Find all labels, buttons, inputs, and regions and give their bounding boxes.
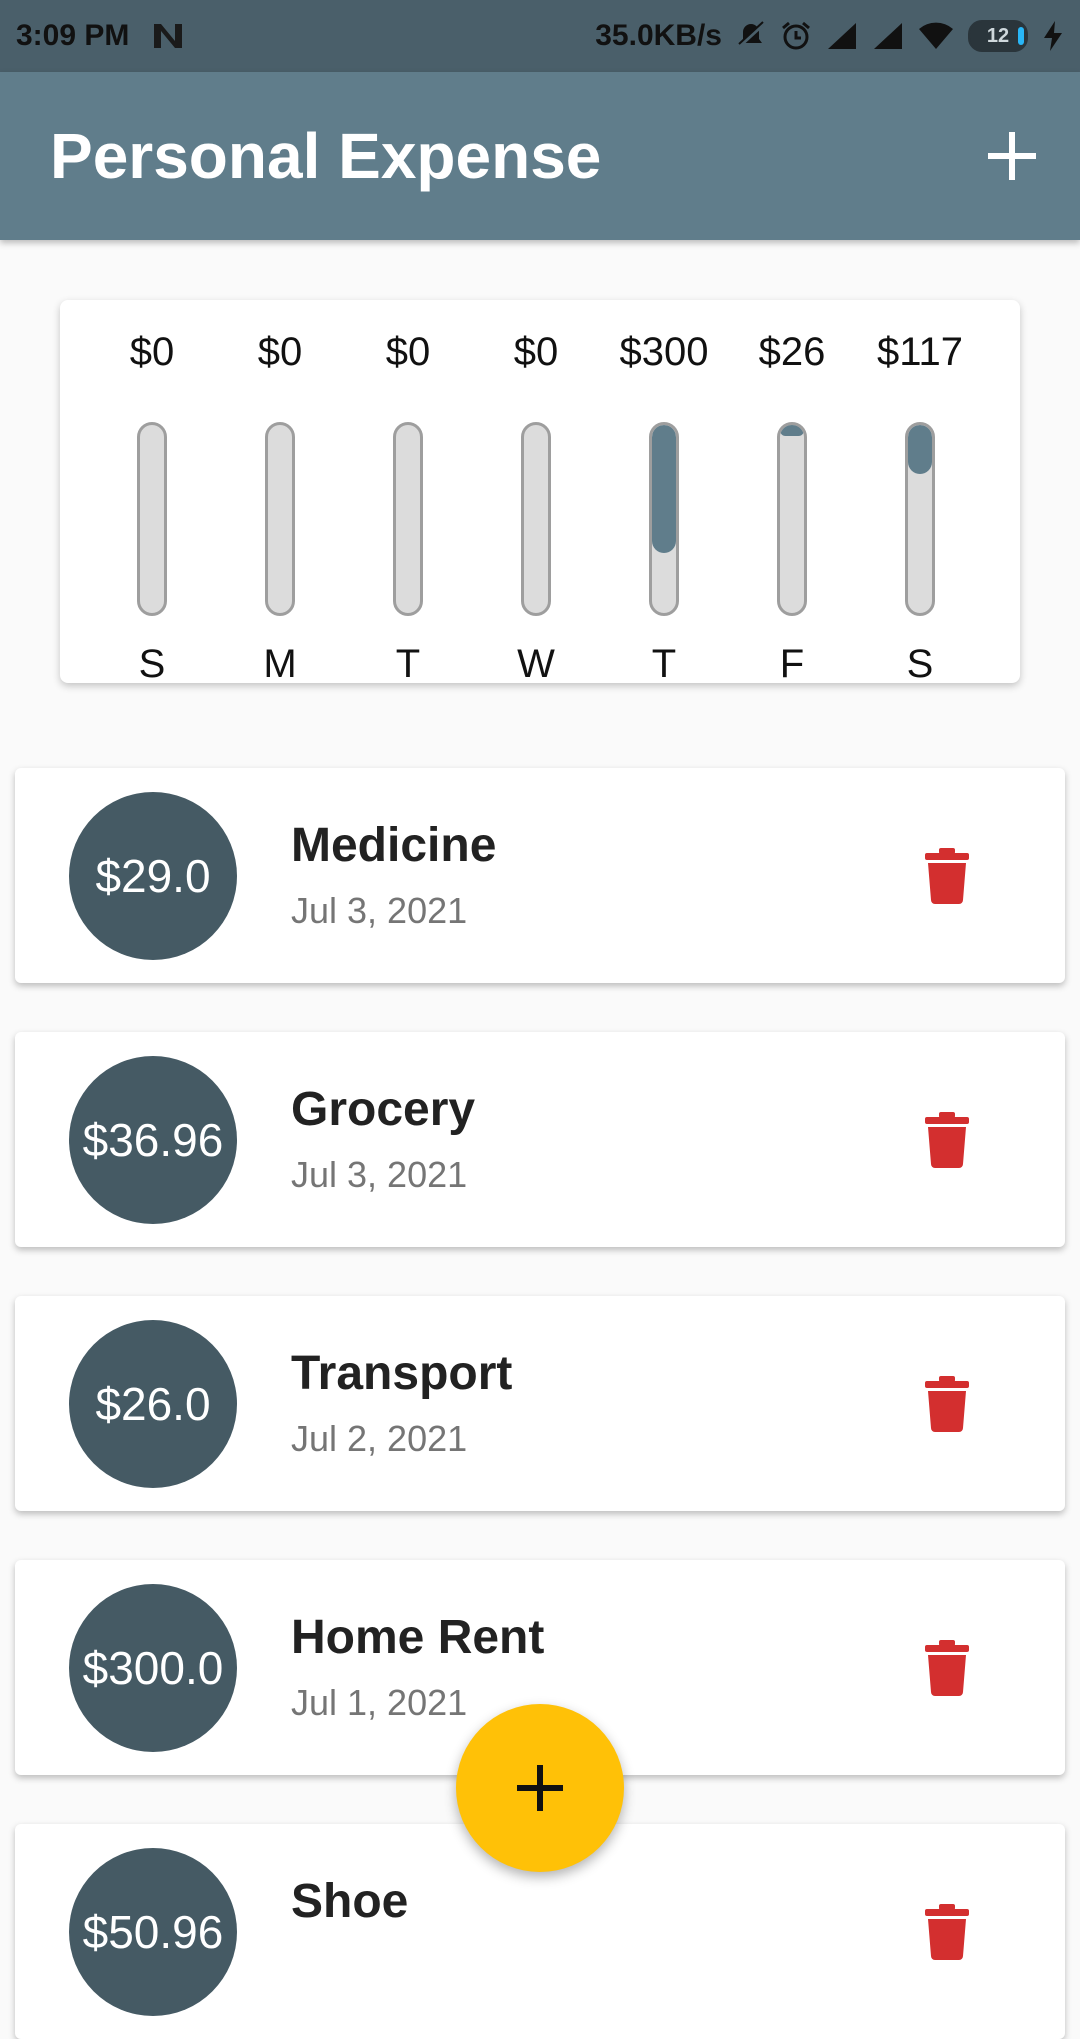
chart-bar-amount: $26	[758, 330, 826, 374]
amount-avatar: $26.0	[69, 1320, 237, 1488]
transaction-date: Jul 1, 2021	[291, 1682, 468, 1723]
chart-bar-day: M	[263, 642, 297, 686]
trash-icon	[925, 1640, 969, 1696]
charging-icon	[1042, 20, 1064, 52]
trash-icon	[925, 1376, 969, 1432]
transaction-date: Jul 3, 2021	[291, 890, 468, 931]
amount-avatar: $29.0	[69, 792, 237, 960]
transaction-title: Medicine	[291, 819, 497, 872]
chart-bar-day: S	[138, 642, 166, 686]
chart-bar-amount: $0	[257, 330, 303, 374]
trash-icon	[925, 1112, 969, 1168]
amount-avatar: $50.96	[69, 1848, 237, 2016]
transaction-title: Home Rent	[291, 1611, 545, 1664]
chart-bar-3: $0 W	[472, 328, 600, 686]
chart-bar-track	[777, 422, 807, 616]
transaction-item[interactable]: $26.0 Transport Jul 2, 2021	[15, 1296, 1065, 1511]
transaction-title: Grocery	[291, 1083, 476, 1136]
chart-bar-5: $26 F	[728, 328, 856, 686]
chart-bar-amount: $0	[385, 330, 431, 374]
mute-icon	[736, 21, 766, 51]
chart-bar-amount: $0	[129, 330, 175, 374]
transaction-title: Transport	[291, 1347, 513, 1400]
delete-button[interactable]	[925, 1376, 969, 1432]
delete-button[interactable]	[925, 1640, 969, 1696]
signal-icon	[872, 21, 904, 51]
chart-bar-day: T	[651, 642, 677, 686]
chart-bar-fill	[652, 425, 676, 553]
chart-bar-amount: $300	[619, 330, 709, 374]
delete-button[interactable]	[925, 1112, 969, 1168]
plus-icon	[517, 1765, 563, 1811]
delete-button[interactable]	[925, 1904, 969, 1960]
chart-bar-track	[137, 422, 167, 616]
trash-icon	[925, 848, 969, 904]
chart-bar-fill	[908, 425, 932, 474]
add-transaction-button[interactable]	[974, 118, 1050, 194]
alarm-icon	[780, 20, 812, 52]
status-time: 3:09 PM	[16, 19, 130, 52]
chart-bar-amount: $117	[876, 330, 963, 374]
chart-bar-day: F	[779, 642, 805, 686]
chart-bar-6: $117 S	[856, 328, 984, 686]
chart-bar-track	[905, 422, 935, 616]
plus-icon	[988, 132, 1036, 180]
weekly-chart-card: $0 S $0 M $0 T $0 W $300 T $26 F $117 S	[60, 300, 1020, 686]
chart-bar-0: $0 S	[88, 328, 216, 686]
signal-icon	[826, 21, 858, 51]
battery-level: 12	[986, 24, 1010, 47]
transaction-title: Shoe	[291, 1875, 409, 1928]
chart-bar-day: W	[517, 642, 555, 686]
amount-avatar: $300.0	[69, 1584, 237, 1752]
trash-icon	[925, 1904, 969, 1960]
transaction-item[interactable]: $36.96 Grocery Jul 3, 2021	[15, 1032, 1065, 1247]
chart-bar-2: $0 T	[344, 328, 472, 686]
n-icon	[151, 21, 185, 51]
chart-bar-day: T	[395, 642, 421, 686]
chart-bar-track	[265, 422, 295, 616]
app-bar: Personal Expense	[0, 72, 1080, 240]
amount-avatar: $36.96	[69, 1056, 237, 1224]
wifi-icon	[918, 21, 954, 51]
chart-bar-track	[393, 422, 423, 616]
chart-bar-track	[649, 422, 679, 616]
transaction-date: Jul 3, 2021	[291, 1154, 468, 1195]
battery-icon: 12	[968, 20, 1028, 52]
chart-bar-4: $300 T	[600, 328, 728, 686]
app-title: Personal Expense	[50, 120, 602, 192]
status-bar: 3:09 PM 35.0KB/s 12	[0, 0, 1080, 72]
chart-bar-1: $0 M	[216, 328, 344, 686]
transaction-item[interactable]: $29.0 Medicine Jul 3, 2021	[15, 768, 1065, 983]
chart-bar-track	[521, 422, 551, 616]
network-speed: 35.0KB/s	[595, 19, 722, 52]
chart-bar-day: S	[906, 642, 934, 686]
chart-bar-amount: $0	[513, 330, 559, 374]
delete-button[interactable]	[925, 848, 969, 904]
add-transaction-fab[interactable]	[456, 1704, 624, 1872]
chart-bar-fill	[780, 425, 804, 436]
transaction-date: Jul 2, 2021	[291, 1418, 468, 1459]
